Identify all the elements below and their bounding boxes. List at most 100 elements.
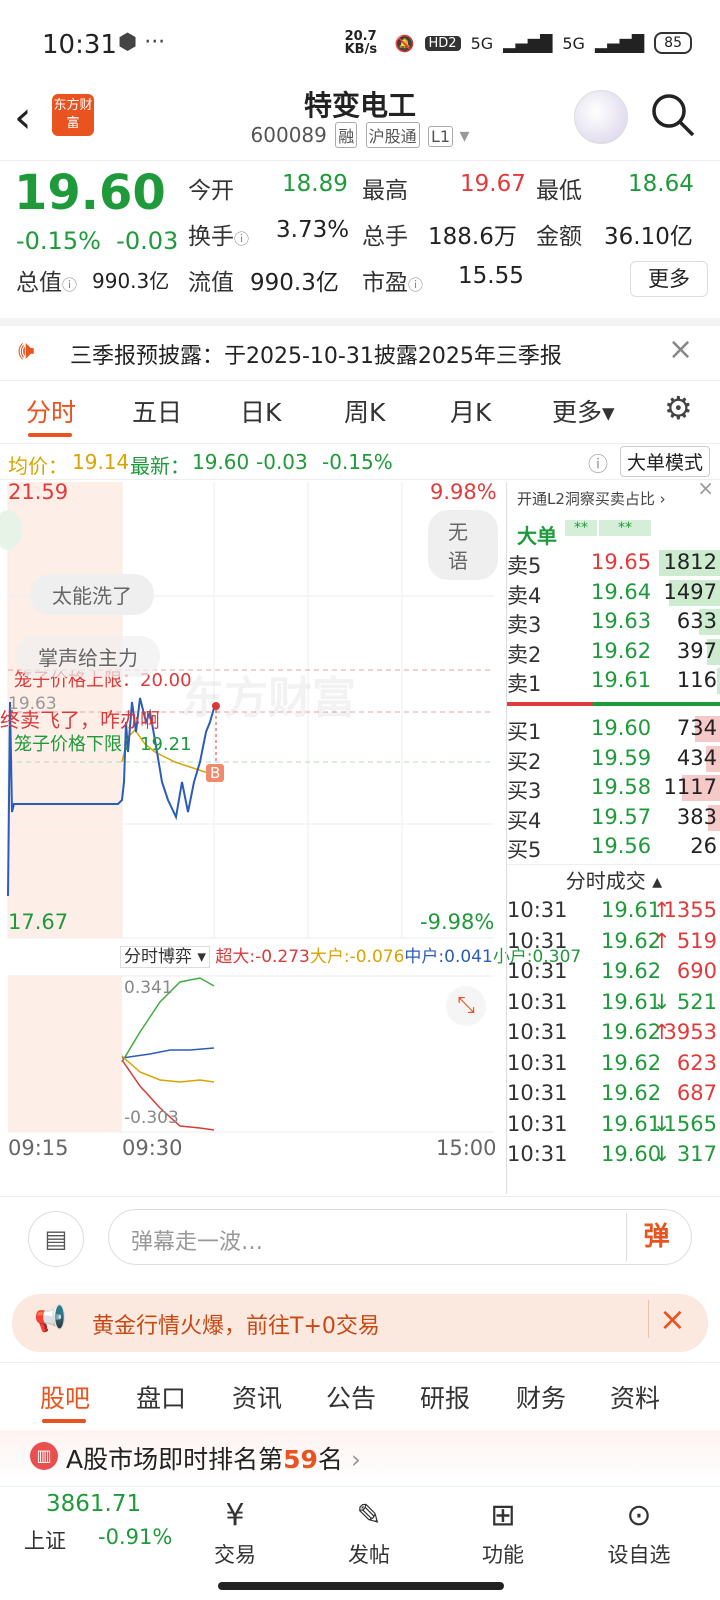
trade-button[interactable]: ¥ 交易 (190, 1491, 280, 1569)
tab-more[interactable]: 更多▾ (552, 393, 615, 429)
tab-news[interactable]: 资讯 (232, 1379, 282, 1415)
big-order-mode-button[interactable]: 大单模式 (620, 446, 711, 477)
add-watchlist-button[interactable]: ⊙ 设自选 (594, 1491, 684, 1569)
assistant-robot-icon[interactable] (574, 90, 628, 144)
tab-weekly-k[interactable]: 周K (344, 393, 385, 429)
trade-time: 10:31 (507, 1020, 568, 1044)
indicator-select[interactable]: 分时博弈 ▾ (120, 946, 210, 968)
trade-time: 10:31 (507, 1050, 568, 1075)
expand-icon[interactable]: ⤡ (446, 986, 486, 1026)
tag-margin: 融 (335, 122, 358, 148)
trade-volume: 1355 (663, 898, 717, 922)
settings-icon[interactable]: ⚙ (664, 389, 693, 427)
trades-header[interactable]: 分时成交 ▴ (507, 864, 720, 893)
index-ticker[interactable]: 3861.71 上证 -0.91% (20, 1487, 180, 1573)
tab-pankou[interactable]: 盘口 (136, 1379, 186, 1415)
quote-panel: 19.60 -0.15% -0.03 今开 18.89 最高 19.67 最低 … (0, 160, 720, 310)
intraday-chart[interactable]: 21.59 9.98% 17.67 -9.98% 19.63 东方财富 笼子价格… (0, 480, 581, 1202)
trade-row: 10:31 19.62 623 (507, 1049, 720, 1079)
tab-5day[interactable]: 五日 (132, 393, 182, 429)
tab-intraday[interactable]: 分时 (26, 393, 76, 429)
top-price: 21.59 (8, 480, 69, 504)
ask-level: 卖2 (507, 642, 542, 667)
bid-row: 买5 19.56 26 (507, 832, 720, 862)
close-icon[interactable]: × (697, 476, 714, 500)
more-button[interactable]: 更多 (630, 261, 708, 297)
send-danmu-button[interactable]: 弹 (626, 1213, 686, 1261)
ask-volume: 1812 (663, 550, 717, 574)
bid-row: 买3 19.58 1117 (507, 773, 720, 803)
bottom-pct: -9.98% (420, 910, 495, 934)
trade-price: 19.62 (601, 959, 662, 983)
tag-connect: 沪股通 (365, 122, 420, 148)
status-right: 20.7 KB/s 🔕 HD2 5G ▂▄▆█ 5G ▂▄▆█ 85 (345, 30, 692, 56)
amount-value: 36.10亿 (604, 224, 693, 250)
trade-direction: ↓ (653, 989, 671, 1014)
danmu-bubble: 无语 (428, 510, 498, 580)
tab-announcement[interactable]: 公告 (326, 1379, 376, 1415)
dropdown-icon[interactable]: ▾ (459, 123, 469, 147)
buy-marker[interactable]: B (206, 764, 225, 782)
trade-row: 10:31 19.61 ↑ 1355 (507, 896, 720, 926)
trade-volume: 687 (676, 1081, 717, 1105)
tab-profile[interactable]: 资料 (610, 1379, 660, 1415)
index-name: 上证 (24, 1529, 66, 1553)
top-pct: 9.98% (430, 480, 497, 504)
bid-level: 买1 (507, 720, 542, 744)
danmu-settings-icon[interactable]: ▤ (28, 1211, 84, 1267)
ask-price: 19.63 (591, 609, 652, 633)
market-rank-banner[interactable]: ▥ A股市场即时排名第59名 › (0, 1430, 720, 1484)
danmu-input[interactable]: 弹幕走一波… (108, 1209, 692, 1265)
volume-label: 总手 (362, 224, 408, 250)
tab-finance[interactable]: 财务 (516, 1379, 566, 1415)
info-icon: ⓘ (234, 230, 250, 248)
trade-direction: ↓ (653, 1142, 671, 1166)
current-price: 19.60 (14, 165, 166, 221)
functions-button[interactable]: ⊞ 功能 (458, 1491, 548, 1569)
bid-row: 买2 19.59 434 (507, 744, 720, 774)
bottom-toolbar: 3861.71 上证 -0.91% ¥ 交易 ✎ 发帖 ⊞ 功能 ⊙ 设自选 (0, 1486, 720, 1572)
ask-level: 卖4 (507, 583, 542, 608)
watermark: 东方财富 (180, 673, 356, 724)
last-value: 19.60 (192, 450, 250, 474)
gold-promo-banner[interactable]: 📢 黄金行情火爆，前往T+0交易 × (12, 1294, 708, 1352)
tab-monthly-k[interactable]: 月K (450, 393, 491, 429)
tag-level[interactable]: L1 (427, 126, 454, 147)
bid-volume: 734 (676, 716, 717, 740)
close-icon[interactable]: × (648, 1300, 686, 1338)
lower-limit-label: 笼子价格下限：19.21 (14, 734, 192, 755)
bid-price: 19.59 (591, 745, 652, 770)
trade-time: 10:31 (507, 1111, 568, 1136)
bid-price: 19.58 (591, 775, 652, 799)
ask-row: 卖4 19.64 1497 (507, 578, 720, 608)
ask-price: 19.65 (591, 550, 652, 574)
help-icon[interactable]: ⓘ (588, 448, 608, 477)
low-value: 18.64 (628, 171, 694, 197)
mktcap-value: 990.3亿 (92, 269, 170, 293)
post-button[interactable]: ✎ 发帖 (324, 1491, 414, 1569)
avg-value: 19.14 (72, 450, 130, 474)
l2-promo-link[interactable]: 开通L2洞察买卖占比 › (517, 488, 666, 509)
preopen-shade-sub (8, 976, 122, 1132)
notice-banner[interactable]: 🕪 三季报预披露：于2025-10-31披露2025年三季报 × (0, 318, 720, 380)
mute-icon: 🔕 (394, 33, 415, 53)
ask-row: 卖3 19.63 633 (507, 607, 720, 637)
bid-level: 买2 (507, 749, 542, 774)
ask-price: 19.61 (591, 668, 652, 692)
tab-daily-k[interactable]: 日K (240, 393, 281, 429)
trade-row: 10:31 19.62 ↑ 519 (507, 927, 720, 957)
mktcap-label: 总值ⓘ (16, 270, 78, 296)
tab-guba[interactable]: 股吧 (40, 1379, 90, 1415)
open-value: 18.89 (282, 171, 348, 197)
price-change: -0.15% -0.03 (16, 227, 178, 255)
trade-volume: 1565 (663, 1111, 717, 1136)
close-icon[interactable]: × (668, 332, 693, 367)
index-value: 3861.71 (46, 1491, 142, 1517)
low-label: 最低 (536, 178, 582, 204)
home-indicator[interactable] (218, 1582, 504, 1590)
info-icon: ⓘ (62, 276, 78, 294)
big-order-label: 大单 (517, 524, 557, 548)
net-speed: 20.7 KB/s (344, 29, 378, 57)
search-icon[interactable] (650, 92, 696, 138)
tab-research[interactable]: 研报 (420, 1379, 470, 1415)
